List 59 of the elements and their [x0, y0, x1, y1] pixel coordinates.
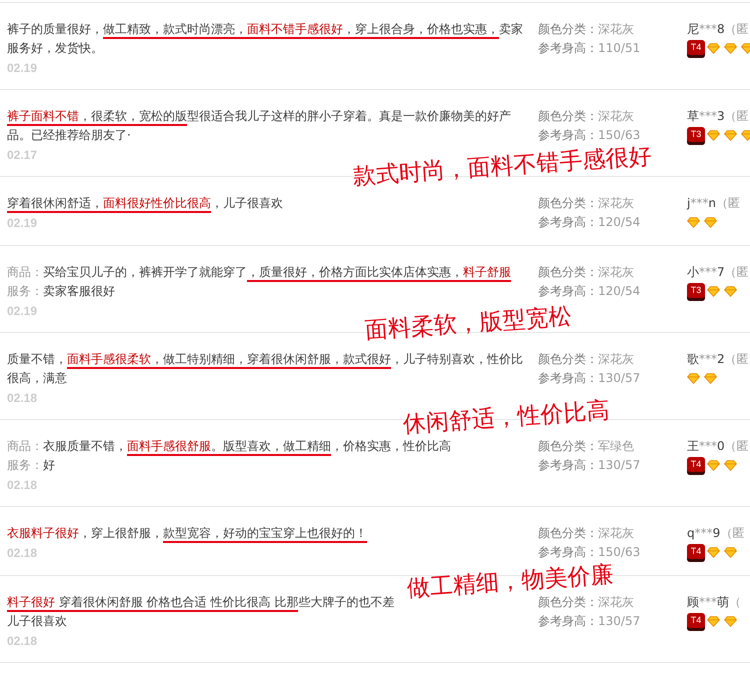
annotation-text: 休闲舒适，性价比高	[402, 396, 610, 440]
sku-info: 颜色分类：深花灰	[538, 264, 635, 281]
diamond-icon	[707, 616, 720, 627]
user-name[interactable]: 王***0（匿	[687, 437, 750, 456]
level-badge: T3	[687, 282, 705, 300]
diamond-icon	[707, 130, 720, 141]
level-badge: T4	[687, 612, 705, 630]
annotation-text: 款式时尚，面料不错手感很好	[352, 142, 652, 192]
diamond-icon	[724, 547, 737, 558]
review-text: 商品：买给宝贝儿子的，裤裤开学了就能穿了，质量很好，价格方面比实体店体实惠，料子舒服	[7, 263, 532, 282]
review-text: 儿子很喜欢	[7, 613, 68, 630]
sku-info: 颜色分类：军绿色	[538, 438, 635, 455]
user-name[interactable]: 歌***2（匿	[687, 350, 750, 369]
review-text: 裤子的质量很好，做工精致，款式时尚漂亮，面料不错手感很好，穿上很合身，价格也实惠，卖家服务好，发货快。	[7, 21, 524, 57]
user-name[interactable]: 尼***8（匿	[687, 20, 750, 39]
sku-info: 参考身高：130/57	[538, 457, 642, 474]
diamond-icon	[707, 43, 720, 54]
review-text: 质量不错，面料手感很柔软，做工特别精细，穿着很休闲舒服，款式很好，儿子特别喜欢，性价比很高，满意	[7, 351, 524, 387]
user-name[interactable]: 顾***萌（	[687, 593, 750, 612]
diamond-icon	[724, 43, 737, 54]
diamond-icon	[704, 217, 717, 228]
diamond-icon	[724, 130, 737, 141]
sku-info: 颜色分类：深花灰	[538, 525, 635, 542]
diamond-icon	[724, 616, 737, 627]
sku-info: 颜色分类：深花灰	[538, 195, 635, 212]
level-badge: T4	[687, 40, 705, 58]
diamond-icon	[687, 217, 700, 228]
sku-info: 参考身高：150/63	[538, 544, 642, 561]
diamond-icon	[687, 373, 700, 384]
sku-info: 参考身高：150/63	[538, 127, 642, 144]
user-name[interactable]: 草***3（匿	[687, 107, 750, 126]
diamond-icon	[707, 547, 720, 558]
diamond-icon	[724, 460, 737, 471]
diamond-icon	[724, 286, 737, 297]
sku-info: 参考身高：120/54	[538, 214, 642, 231]
review-text: 衣服料子很好，穿上很舒服，款型宽容，好动的宝宝穿上也很好的！	[7, 524, 532, 543]
user-name[interactable]: 小***7（匿	[687, 263, 750, 282]
sku-info: 参考身高：130/57	[538, 370, 642, 387]
diamond-icon	[704, 373, 717, 384]
sku-info: 颜色分类：深花灰	[538, 594, 635, 611]
review-text: 服务：好	[7, 457, 56, 474]
sku-info: 参考身高：130/57	[538, 613, 642, 630]
sku-info: 参考身高：120/54	[538, 283, 642, 300]
sku-info: 颜色分类：深花灰	[538, 21, 635, 38]
level-badge: T4	[687, 456, 705, 474]
review-text: 穿着很休闲舒适，面料很好性价比很高，儿子很喜欢	[7, 194, 532, 213]
diamond-icon	[707, 460, 720, 471]
review-text: 服务：卖家客服很好	[7, 283, 116, 300]
user-name[interactable]: q***9（匿	[687, 524, 750, 543]
diamond-icon	[707, 286, 720, 297]
sku-info: 颜色分类：深花灰	[538, 351, 635, 368]
review-text: 商品：衣服质量不错，面料手感很舒服。版型喜欢，做工精细，价格实惠，性价比高	[7, 437, 532, 456]
annotation-text: 面料柔软，版型宽松	[364, 302, 572, 346]
user-name[interactable]: j***n（匿	[687, 194, 750, 213]
level-badge: T4	[687, 544, 705, 562]
review-text: 裤子面料不错，很柔软，宽松的版型很适合我儿子这样的胖小子穿着。真是一款价廉物美的好产品。已经推荐给朋友了·	[7, 108, 512, 144]
sku-info: 参考身高：110/51	[538, 40, 642, 57]
level-badge: T3	[687, 126, 705, 144]
sku-info: 颜色分类：深花灰	[538, 108, 635, 125]
